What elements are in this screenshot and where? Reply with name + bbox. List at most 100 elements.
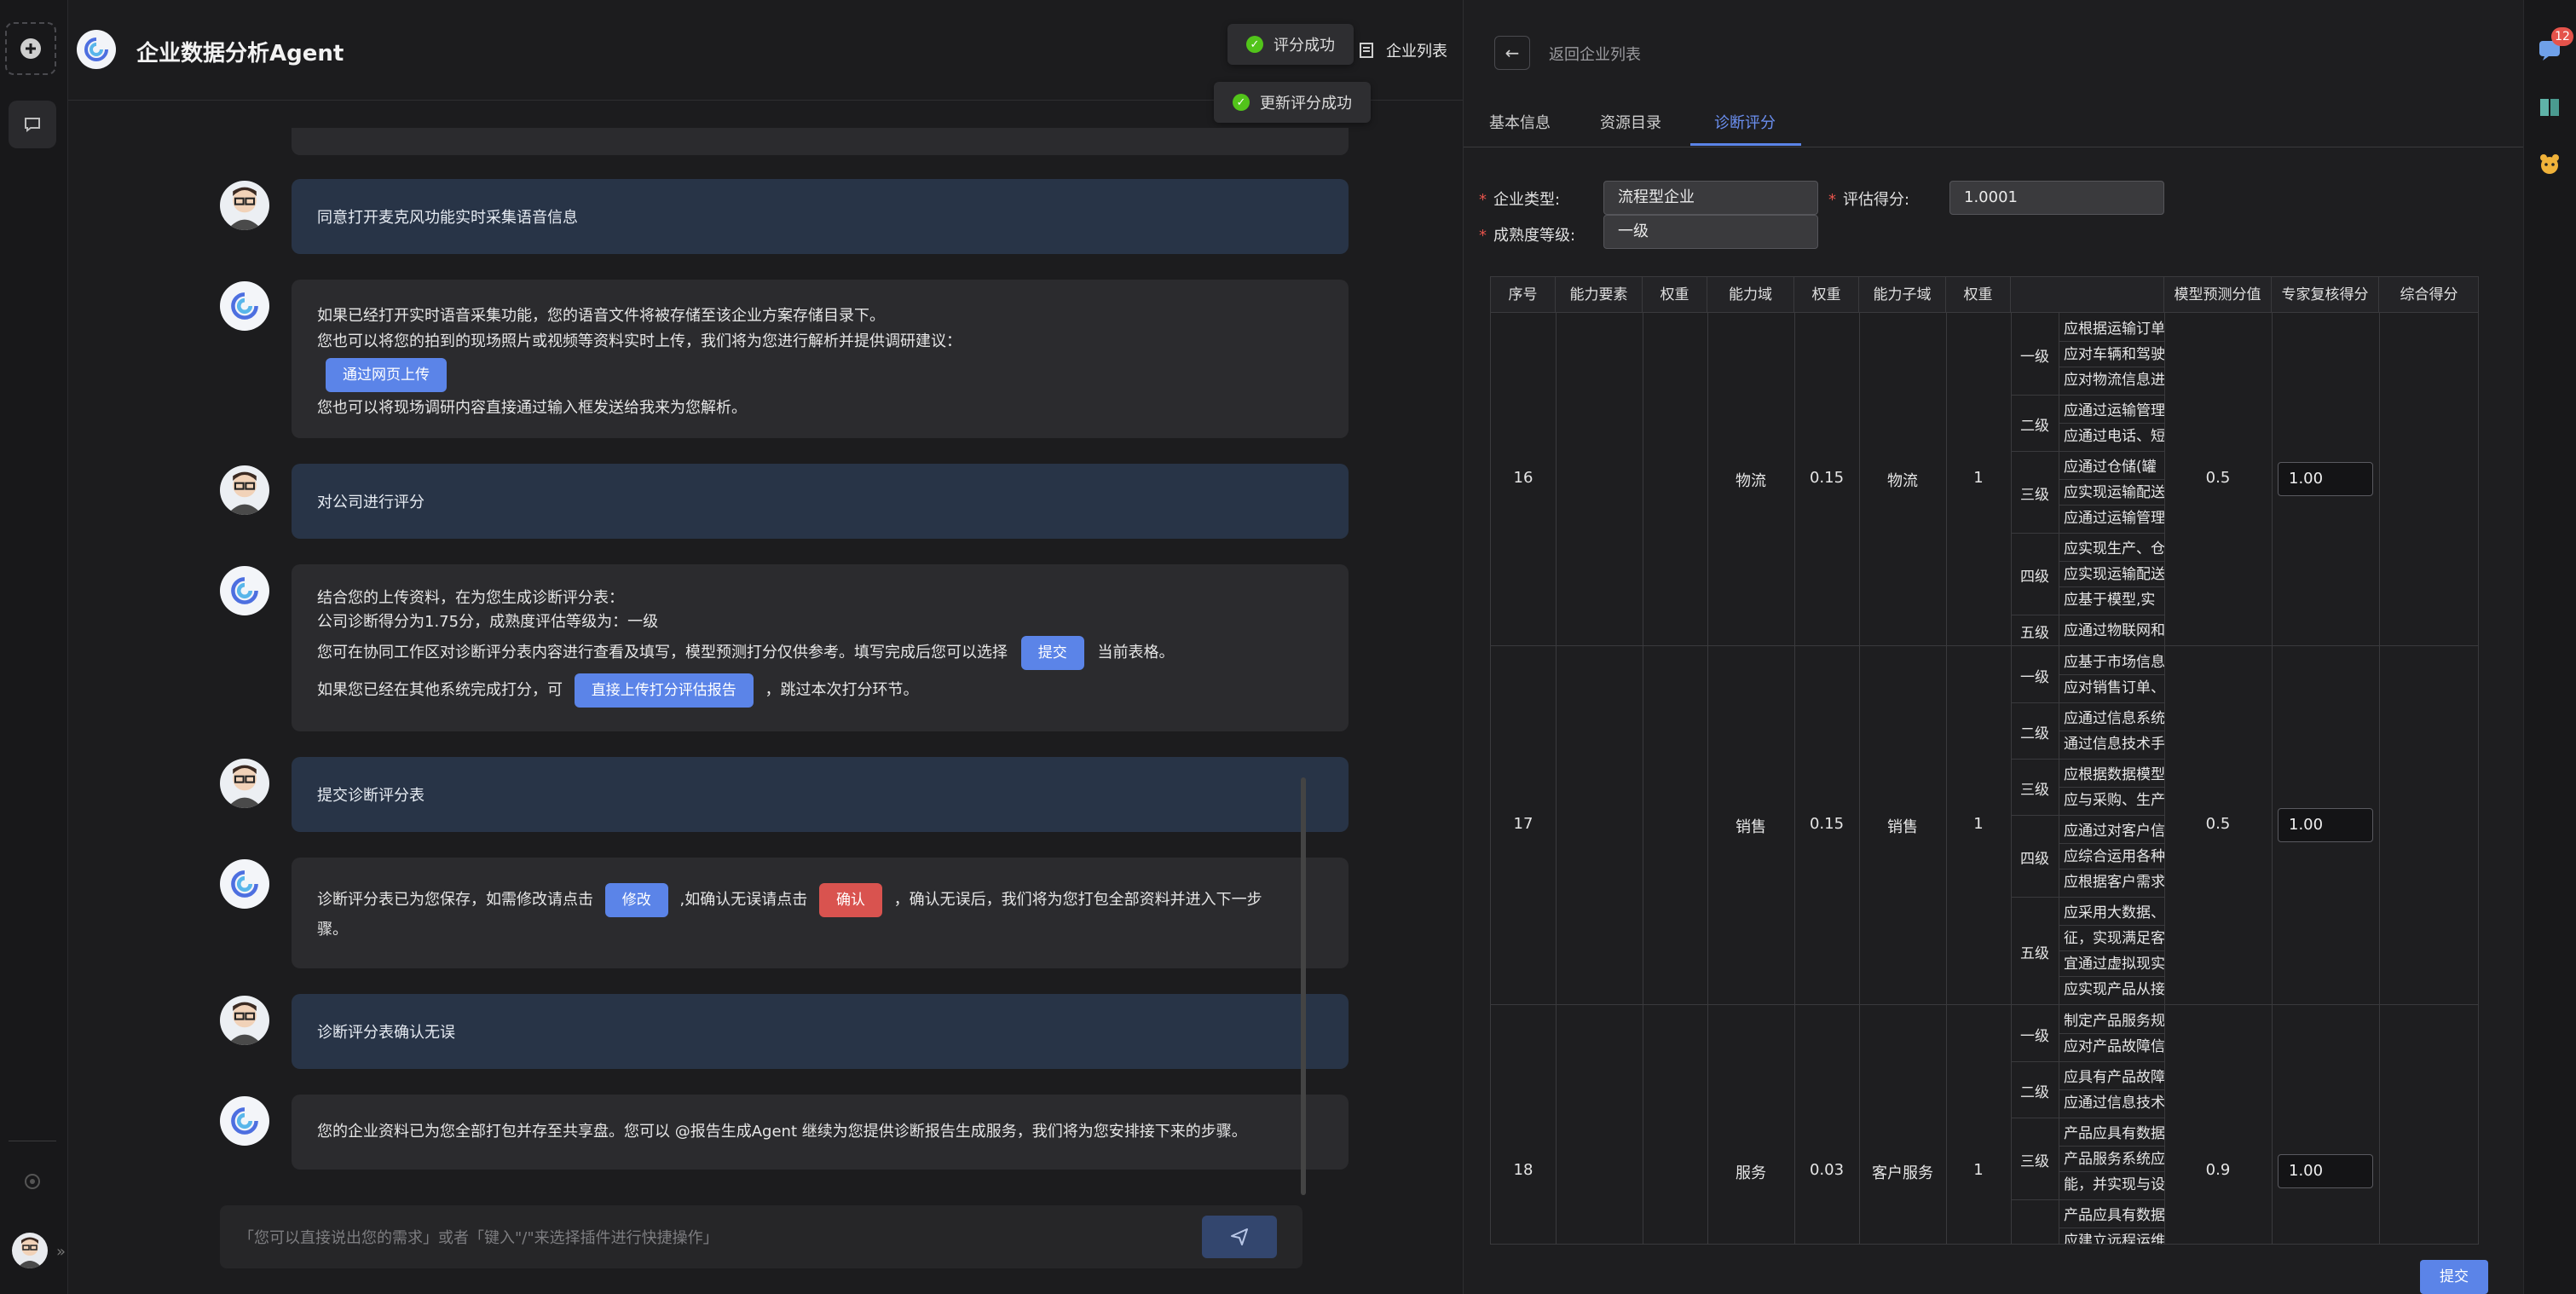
bot-message-line: 您也可以将现场调研内容直接通过输入框发送给我来为您解析。 [317, 399, 747, 417]
tab-resource-catalog[interactable]: 资源目录 [1600, 111, 1661, 133]
maturity-level: 五级 [2020, 945, 2049, 962]
gear-icon [25, 1174, 40, 1189]
company-list-button[interactable]: 企业列表 [1359, 39, 1447, 61]
arrow-left-icon: ← [1505, 43, 1520, 63]
requirement-text: 应对车辆和驾驶 [2064, 346, 2165, 363]
bot-message-line: 您的企业资料已为您全部打包并存至共享盘。您可以 @报告生成Agent 继续为您提… [317, 1123, 1247, 1141]
logo-icon [84, 38, 108, 61]
maturity-level-label-text: 成熟度等级: [1493, 227, 1576, 245]
bot-avatar [220, 859, 269, 909]
panel-submit-button[interactable]: 提交 [2420, 1260, 2488, 1294]
mascot-button[interactable] [2538, 152, 2562, 179]
user-avatar [220, 759, 269, 808]
expert-score-input[interactable]: 1.00 [2278, 808, 2373, 842]
subdomain-weight: 1 [1973, 815, 1984, 833]
column-divider [1794, 313, 1795, 1244]
expert-score-input[interactable]: 1.00 [2278, 1154, 2373, 1188]
logo-icon [231, 870, 258, 898]
company-type-label: * 企业类型: [1479, 191, 1561, 209]
company-type-label-text: 企业类型: [1493, 191, 1561, 209]
bot-message-line: 诊断评分表已为您保存，如需修改请点击 [317, 891, 593, 909]
chat-scrollbar[interactable] [1301, 777, 1306, 1195]
level-divider [2011, 759, 2164, 760]
user-message-text: 诊断评分表确认无误 [317, 1024, 455, 1042]
requirement-text: 应实现运输配送 [2064, 566, 2165, 583]
requirement-text: 应对销售订单、 [2064, 679, 2165, 696]
active-tab-indicator [1690, 143, 1801, 146]
column-divider [1946, 313, 1947, 1244]
requirement-text: 应基于市场信息 [2064, 654, 2165, 671]
chat-history-button[interactable] [9, 101, 56, 148]
user-avatar [220, 996, 269, 1045]
app-logo [77, 30, 116, 69]
req-divider [2059, 976, 2164, 977]
domain-weight: 0.03 [1809, 1161, 1845, 1179]
maturity-level: 四级 [2020, 851, 2049, 868]
row-divider [1491, 1004, 2478, 1005]
capability-subdomain: 销售 [1887, 818, 1918, 836]
submit-form-button[interactable]: 提交 [1020, 636, 1084, 670]
column-divider [2379, 313, 2380, 1244]
requirement-text: 应具有产品故障 [2064, 1069, 2165, 1086]
chat-input-box[interactable]: 「您可以直接说出您的需求」或者「键入"/"来选择插件进行快捷操作」 [220, 1205, 1302, 1268]
maturity-level: 二级 [2020, 725, 2049, 742]
requirement-text: 应通过信息技术 [2064, 1095, 2165, 1112]
new-chat-button[interactable] [5, 22, 56, 75]
capability-domain: 服务 [1736, 1164, 1766, 1182]
web-upload-button[interactable]: 通过网页上传 [326, 358, 447, 392]
maturity-level: 四级 [2020, 569, 2049, 586]
upload-report-button[interactable]: 直接上传打分评估报告 [574, 673, 754, 708]
expert-score-input[interactable]: 1.00 [2278, 462, 2373, 496]
bot-message-line: 如果您已经在其他系统完成打分，可 [317, 681, 563, 699]
assessment-score-field[interactable]: 1.0001 [1949, 181, 2164, 215]
back-button[interactable]: ← [1494, 36, 1530, 70]
requirement-text: 通过信息技术手 [2064, 736, 2165, 753]
user-avatar[interactable] [12, 1233, 48, 1268]
level-divider [2011, 1199, 2164, 1200]
confirm-button[interactable]: 确认 [818, 883, 882, 917]
table-header: 能力要素 [1556, 277, 1643, 313]
maturity-level: 二级 [2020, 1084, 2049, 1101]
bot-message-line: ,如确认无误请点击 [679, 891, 808, 909]
requirement-text: 产品服务系统应 [2064, 1151, 2165, 1168]
column-divider [2011, 313, 2012, 1244]
level-divider [2011, 702, 2164, 703]
maturity-level: 一级 [2020, 349, 2049, 366]
tab-basic-info[interactable]: 基本信息 [1489, 111, 1551, 133]
req-divider [2059, 1033, 2164, 1034]
user-message-text: 对公司进行评分 [317, 494, 425, 511]
modify-button[interactable]: 修改 [604, 883, 668, 917]
table-header: 权重 [1946, 277, 2011, 313]
user-message: 诊断评分表确认无误 [292, 994, 1349, 1069]
expand-icon[interactable]: » [56, 1243, 66, 1261]
assessment-score-label-text: 评估得分: [1843, 191, 1910, 209]
maturity-level-field[interactable]: 一级 [1603, 215, 1818, 249]
company-type-field[interactable]: 流程型企业 [1603, 181, 1818, 215]
tab-diagnosis-score[interactable]: 诊断评分 [1714, 111, 1776, 133]
requirement-text: 应实现产品从接 [2064, 981, 2165, 998]
maturity-level: 五级 [2020, 625, 2049, 642]
document-icon [1360, 43, 1373, 58]
row-number: 17 [1513, 815, 1533, 833]
model-predicted-score: 0.5 [2205, 815, 2231, 833]
model-predicted-score: 0.5 [2205, 469, 2231, 487]
bot-message: 如果已经打开实时语音采集功能，您的语音文件将被存储至该企业方案存储目录下。 您也… [292, 280, 1349, 438]
send-button[interactable] [1202, 1216, 1277, 1258]
requirement-text: 应对产品故障信 [2064, 1038, 2165, 1055]
row-number: 16 [1513, 469, 1533, 487]
bot-message-line: 骤。 [317, 921, 348, 939]
book-button[interactable] [2538, 95, 2562, 123]
req-divider [2059, 561, 2164, 562]
req-divider [2059, 1089, 2164, 1090]
back-label[interactable]: 返回企业列表 [1549, 43, 1641, 65]
column-divider [1556, 313, 1557, 1244]
table-header: 综合得分 [2379, 277, 2478, 313]
req-divider [2059, 479, 2164, 480]
requirement-text: 产品应具有数据 [2064, 1207, 2165, 1224]
req-divider [2059, 586, 2164, 587]
subdomain-weight: 1 [1973, 469, 1984, 487]
requirement-text: 应通过仓储(罐 [2064, 459, 2157, 476]
req-divider [2059, 925, 2164, 926]
maturity-level: 一级 [2020, 1028, 2049, 1045]
settings-button[interactable] [17, 1166, 48, 1197]
